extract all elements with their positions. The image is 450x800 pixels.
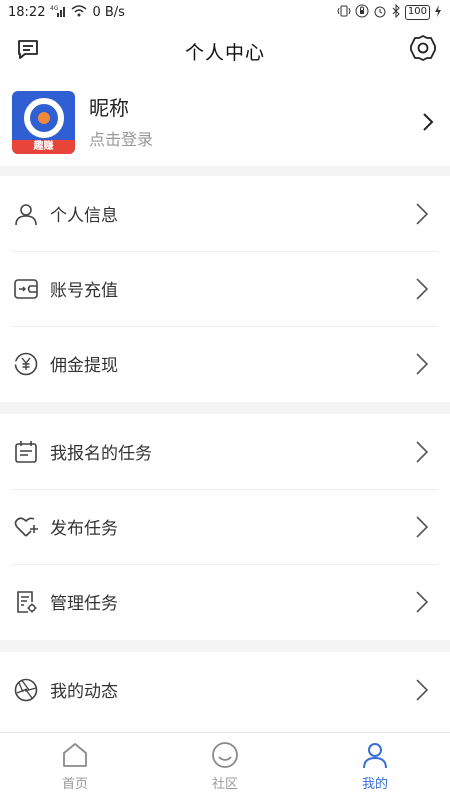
wallet-icon bbox=[12, 275, 40, 303]
avatar-logo-core bbox=[34, 107, 54, 128]
battery-level: 100 bbox=[404, 4, 430, 20]
tab-home[interactable]: 首页 bbox=[0, 733, 150, 800]
tab-mine[interactable]: 我的 bbox=[300, 733, 450, 800]
profile-card[interactable]: 趣赚 昵称 点击登录 bbox=[0, 78, 450, 166]
avatar[interactable]: 趣赚 bbox=[12, 90, 75, 154]
status-time: 18:22 bbox=[8, 4, 46, 20]
chevron-right-icon bbox=[412, 276, 432, 302]
menu-item-label: 我报名的任务 bbox=[50, 444, 152, 464]
avatar-badge: 趣赚 bbox=[12, 139, 75, 154]
yen-icon bbox=[12, 350, 40, 378]
calendar-icon bbox=[12, 438, 40, 466]
signal-type-label: 4G bbox=[50, 5, 59, 12]
menu-item-manage-tasks[interactable]: 管理任务 bbox=[0, 564, 450, 639]
menu-item-label: 账号充值 bbox=[50, 281, 118, 301]
alarm-icon bbox=[373, 4, 387, 20]
vibrate-icon bbox=[337, 4, 351, 20]
message-button[interactable] bbox=[14, 37, 42, 65]
chevron-right-icon bbox=[412, 589, 432, 615]
settings-button[interactable] bbox=[408, 35, 438, 65]
menu-section-social: 我的动态 bbox=[0, 652, 450, 734]
status-right: 100 bbox=[337, 3, 442, 20]
menu-section-tasks: 我报名的任务 发布任务 管理任务 bbox=[0, 414, 450, 640]
charging-icon bbox=[434, 5, 442, 19]
menu-item-my-posts[interactable]: 我的动态 bbox=[0, 652, 450, 727]
aperture-icon bbox=[12, 676, 40, 704]
status-bar: 18:22 4G 0 B/s 100 bbox=[0, 0, 450, 24]
person-icon bbox=[361, 741, 389, 769]
menu-item-personal-info[interactable]: 个人信息 bbox=[0, 176, 450, 251]
tab-community[interactable]: 社区 bbox=[150, 733, 300, 800]
profile-text: 昵称 点击登录 bbox=[89, 95, 418, 150]
document-gear-icon bbox=[12, 588, 40, 616]
menu-item-label: 我的动态 bbox=[50, 682, 118, 702]
page-title: 个人中心 bbox=[184, 41, 265, 64]
chevron-right-icon bbox=[412, 201, 432, 227]
chevron-right-icon bbox=[412, 514, 432, 540]
menu-section-account: 个人信息 账号充值 佣金提现 bbox=[0, 176, 450, 402]
smiley-icon bbox=[211, 741, 239, 769]
bottom-tab-bar: 首页 社区 我的 bbox=[0, 732, 450, 800]
header: 个人中心 bbox=[0, 24, 450, 78]
signal-icon: 4G bbox=[50, 5, 66, 19]
tab-label: 我的 bbox=[361, 777, 388, 792]
menu-item-withdraw[interactable]: 佣金提现 bbox=[0, 326, 450, 401]
message-icon bbox=[16, 37, 40, 65]
chevron-right-icon bbox=[412, 439, 432, 465]
home-icon bbox=[61, 741, 89, 769]
nickname: 昵称 bbox=[89, 95, 129, 120]
menu-item-my-registered-tasks[interactable]: 我报名的任务 bbox=[0, 414, 450, 489]
network-speed: 0 B/s bbox=[92, 4, 125, 20]
chevron-right-icon bbox=[418, 110, 438, 134]
login-hint[interactable]: 点击登录 bbox=[89, 126, 418, 150]
menu-item-label: 管理任务 bbox=[50, 594, 118, 614]
tab-label: 社区 bbox=[211, 777, 238, 792]
bluetooth-icon bbox=[391, 3, 401, 20]
wifi-icon bbox=[71, 5, 87, 19]
person-icon bbox=[12, 200, 40, 228]
gear-icon bbox=[409, 34, 437, 66]
menu-item-recharge[interactable]: 账号充值 bbox=[0, 251, 450, 326]
tab-label: 首页 bbox=[61, 777, 88, 792]
chevron-right-icon bbox=[412, 351, 432, 377]
status-left: 18:22 4G 0 B/s bbox=[8, 5, 125, 20]
menu-item-label: 个人信息 bbox=[50, 206, 118, 226]
lock-rotation-icon bbox=[355, 4, 369, 20]
heart-plus-icon bbox=[12, 513, 40, 541]
chevron-right-icon bbox=[412, 677, 432, 703]
menu-item-label: 发布任务 bbox=[50, 519, 118, 539]
menu-item-publish-task[interactable]: 发布任务 bbox=[0, 489, 450, 564]
menu-item-label: 佣金提现 bbox=[50, 356, 118, 376]
